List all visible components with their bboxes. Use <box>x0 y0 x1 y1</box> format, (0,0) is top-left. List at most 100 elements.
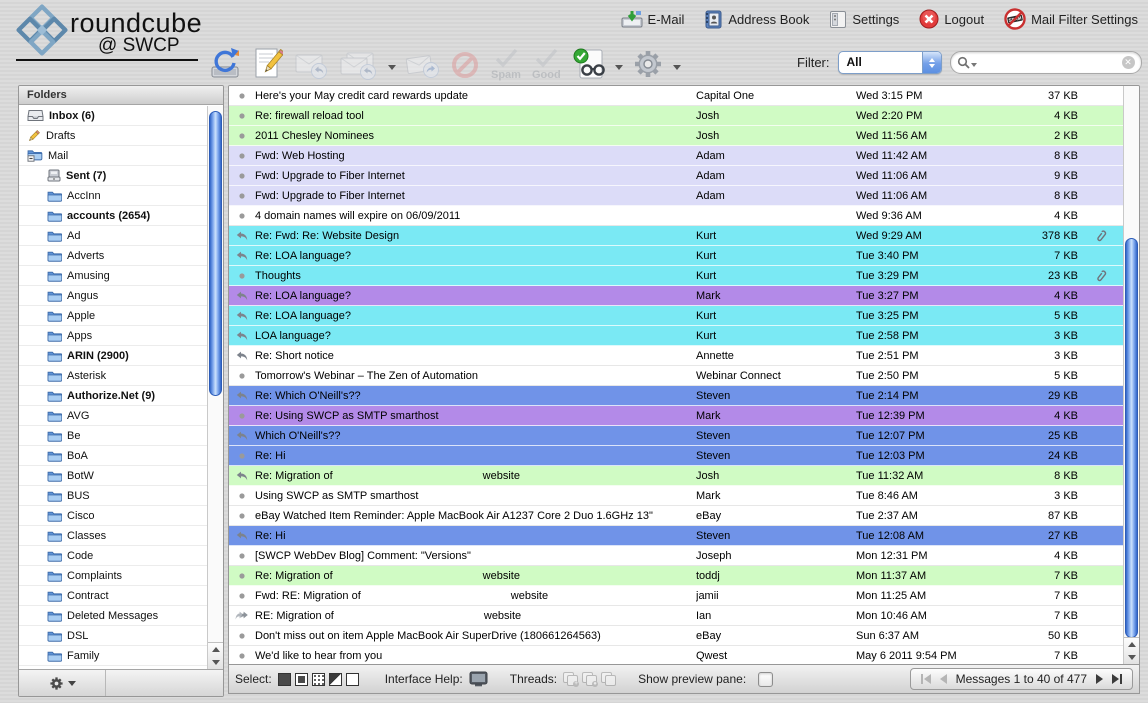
folder-item-be[interactable]: Be <box>19 426 208 446</box>
expand-unread-threads-icon[interactable]: ● <box>582 672 597 686</box>
message-row[interactable]: 2011 Chesley NomineesJoshWed 11:56 AM2 K… <box>229 126 1124 146</box>
message-scrollbar-thumb[interactable] <box>1125 238 1138 638</box>
folder-item-classes[interactable]: Classes <box>19 526 208 546</box>
message-row[interactable]: Fwd: Upgrade to Fiber InternetAdamWed 11… <box>229 186 1124 206</box>
nav-address-book[interactable]: Address Book <box>704 10 809 29</box>
message-row[interactable]: Here's your May credit card rewards upda… <box>229 86 1124 106</box>
message-row[interactable]: Re: firewall reload toolJoshWed 2:20 PM4… <box>229 106 1124 126</box>
folder-item-drafts[interactable]: Drafts <box>19 126 208 146</box>
more-dropdown-caret[interactable] <box>673 65 681 70</box>
folder-item-asterisk[interactable]: Asterisk <box>19 366 208 386</box>
folder-item-apps[interactable]: Apps <box>19 326 208 346</box>
check-mail-button[interactable] <box>206 44 244 82</box>
message-row[interactable]: Re: Migration ofwebsitetoddjMon 11:37 AM… <box>229 566 1124 586</box>
search-input[interactable] <box>980 55 1122 71</box>
message-row[interactable]: eBay Watched Item Reminder: Apple MacBoo… <box>229 506 1124 526</box>
folder-item-apple[interactable]: Apple <box>19 306 208 326</box>
search-clear-icon[interactable]: ✕ <box>1122 56 1135 69</box>
folder-item-adverts[interactable]: Adverts <box>19 246 208 266</box>
message-row[interactable]: Re: Fwd: Re: Website DesignKurtWed 9:29 … <box>229 226 1124 246</box>
select-invert-icon[interactable] <box>329 673 342 686</box>
message-row[interactable]: [SWCP WebDev Blog] Comment: "Versions"Jo… <box>229 546 1124 566</box>
message-row[interactable]: Re: LOA language?KurtTue 3:25 PM5 KB <box>229 306 1124 326</box>
folder-item-boa[interactable]: BoA <box>19 446 208 466</box>
select-none-icon[interactable] <box>346 673 359 686</box>
message-row[interactable]: Tomorrow's Webinar – The Zen of Automati… <box>229 366 1124 386</box>
first-page-icon[interactable] <box>921 674 931 684</box>
folder-item-inbox[interactable]: Inbox (6) <box>19 106 208 126</box>
folder-item-ad[interactable]: Ad <box>19 226 208 246</box>
delete-button[interactable] <box>448 48 482 82</box>
message-row[interactable]: Re: Migration ofwebsiteJoshTue 11:32 AM8… <box>229 466 1124 486</box>
preview-pane-checkbox[interactable] <box>758 672 773 687</box>
reply-button[interactable] <box>292 48 330 82</box>
interface-help-icon[interactable] <box>469 671 488 687</box>
nav-settings[interactable]: Settings <box>829 10 899 29</box>
folder-item-sent[interactable]: Sent (7) <box>19 166 208 186</box>
message-row[interactable]: Which O'Neill's??StevenTue 12:07 PM25 KB <box>229 426 1124 446</box>
folder-item-arin[interactable]: ARIN (2900) <box>19 346 208 366</box>
select-unread-icon[interactable] <box>312 673 325 686</box>
mark-messages-button[interactable] <box>570 46 608 82</box>
folder-item-cisco[interactable]: Cisco <box>19 506 208 526</box>
mark-spam-button[interactable]: Spam <box>489 46 523 82</box>
message-row[interactable]: Fwd: Upgrade to Fiber InternetAdamWed 11… <box>229 166 1124 186</box>
prev-page-icon[interactable] <box>940 674 947 684</box>
search-options-caret[interactable] <box>971 63 977 67</box>
folder-item-angus[interactable]: Angus <box>19 286 208 306</box>
next-page-icon[interactable] <box>1096 674 1103 684</box>
nav-logout[interactable]: Logout <box>919 9 984 29</box>
scroll-down-icon[interactable] <box>208 656 223 669</box>
folder-item-avg[interactable]: AVG <box>19 406 208 426</box>
reply-all-dropdown-caret[interactable] <box>388 65 396 70</box>
nav-email[interactable]: E-Mail <box>621 10 685 28</box>
folders-scrollbar[interactable] <box>207 106 223 669</box>
expand-all-threads-icon[interactable]: + <box>563 672 578 686</box>
folder-item-family[interactable]: Family <box>19 646 208 666</box>
folder-item-authorize-net[interactable]: Authorize.Net (9) <box>19 386 208 406</box>
message-row[interactable]: LOA language?KurtTue 2:58 PM3 KB <box>229 326 1124 346</box>
folder-item-deleted-messages[interactable]: Deleted Messages <box>19 606 208 626</box>
message-scrollbar[interactable] <box>1123 86 1139 664</box>
message-row[interactable]: Re: Using SWCP as SMTP smarthostMarkTue … <box>229 406 1124 426</box>
scroll-up-icon[interactable] <box>208 643 223 656</box>
folder-item-contract[interactable]: Contract <box>19 586 208 606</box>
folder-item-complaints[interactable]: Complaints <box>19 566 208 586</box>
search-icon[interactable] <box>957 56 970 69</box>
message-row[interactable]: Re: LOA language?KurtTue 3:40 PM7 KB <box>229 246 1124 266</box>
folder-item-botw[interactable]: BotW <box>19 466 208 486</box>
message-row[interactable]: ThoughtsKurtTue 3:29 PM23 KB <box>229 266 1124 286</box>
message-row[interactable]: Fwd: RE: Migration ofwebsitejamiiMon 11:… <box>229 586 1124 606</box>
folder-item-code[interactable]: Code <box>19 546 208 566</box>
folder-actions-button[interactable] <box>19 670 106 696</box>
message-row[interactable]: Fwd: Web HostingAdamWed 11:42 AM8 KB <box>229 146 1124 166</box>
folder-item-dsl[interactable]: DSL <box>19 626 208 646</box>
folder-item-bus[interactable]: BUS <box>19 486 208 506</box>
message-row[interactable]: Re: LOA language?MarkTue 3:27 PM4 KB <box>229 286 1124 306</box>
message-row[interactable]: Re: Short noticeAnnetteTue 2:51 PM3 KB <box>229 346 1124 366</box>
folder-item-accinn[interactable]: AccInn <box>19 186 208 206</box>
message-row[interactable]: Re: HiStevenTue 12:03 PM24 KB <box>229 446 1124 466</box>
message-row[interactable]: Don't miss out on item Apple MacBook Air… <box>229 626 1124 646</box>
scroll-up-icon[interactable] <box>1124 638 1139 651</box>
reply-all-button[interactable] <box>337 48 381 82</box>
filter-select[interactable]: All <box>838 51 942 74</box>
folders-scrollbar-thumb[interactable] <box>209 111 222 396</box>
nav-mail-filter-settings[interactable]: SPAM Mail Filter Settings <box>1004 8 1138 30</box>
compose-button[interactable] <box>251 44 285 82</box>
message-row[interactable]: RE: Migration ofwebsiteIanMon 10:46 AM7 … <box>229 606 1124 626</box>
mark-good-button[interactable]: Good <box>530 46 563 82</box>
folder-item-mail[interactable]: Mail <box>19 146 208 166</box>
scroll-down-icon[interactable] <box>1124 651 1139 664</box>
select-all-icon[interactable] <box>278 673 291 686</box>
folder-item-amusing[interactable]: Amusing <box>19 266 208 286</box>
collapse-all-threads-icon[interactable] <box>601 672 616 686</box>
select-page-icon[interactable] <box>295 673 308 686</box>
message-row[interactable]: We'd like to hear from youQwestMay 6 201… <box>229 646 1124 664</box>
message-row[interactable]: Using SWCP as SMTP smarthostMarkTue 8:46… <box>229 486 1124 506</box>
mark-dropdown-caret[interactable] <box>615 65 623 70</box>
folder-item-accounts[interactable]: accounts (2654) <box>19 206 208 226</box>
more-actions-button[interactable] <box>630 46 666 82</box>
last-page-icon[interactable] <box>1112 674 1122 684</box>
message-row[interactable]: Re: Which O'Neill's??StevenTue 2:14 PM29… <box>229 386 1124 406</box>
